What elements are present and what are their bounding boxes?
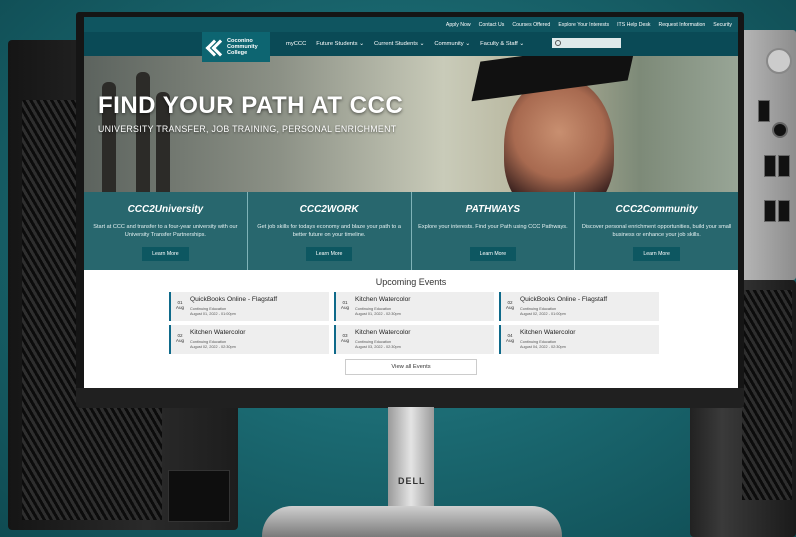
- usb-c-port-icon: [778, 200, 790, 222]
- panel-pathways: PATHWAYS Explore your interests. Find yo…: [411, 192, 576, 270]
- panel-title: CCC2WORK: [299, 204, 359, 215]
- panel-description: Explore your interests. Find your Path u…: [418, 224, 568, 230]
- primary-nav: myCCC Future Students ⌄ Current Students…: [286, 32, 524, 56]
- panel-ccc2community: CCC2Community Discover personal enrichme…: [575, 192, 738, 270]
- event-title[interactable]: Kitchen Watercolor: [190, 329, 245, 336]
- college-logo[interactable]: Coconino Community College: [202, 32, 270, 62]
- event-card[interactable]: 01 Aug QuickBooks Online - Flagstaff Cont…: [169, 292, 329, 321]
- event-time: August 01, 2022 - 02:30pm: [355, 312, 401, 316]
- nav-item-faculty-staff[interactable]: Faculty & Staff ⌄: [480, 41, 524, 47]
- hero-title: FIND YOUR PATH AT CCC: [98, 92, 404, 119]
- monitor-stand-neck: [388, 407, 434, 509]
- nav-item-myccc[interactable]: myCCC: [286, 41, 306, 47]
- event-category: Continuing Education: [355, 307, 392, 311]
- events-grid: 01 Aug QuickBooks Online - Flagstaff Cont…: [169, 292, 659, 354]
- event-card[interactable]: 04 Aug Kitchen Watercolor Continuing Educ…: [499, 325, 659, 354]
- dell-logo: DELL: [398, 476, 426, 486]
- event-card[interactable]: 02 Aug Kitchen Watercolor Continuing Educ…: [169, 325, 329, 354]
- nav-item-future-students[interactable]: Future Students ⌄: [316, 41, 364, 47]
- monitor-chin: [76, 388, 744, 408]
- event-date: 04 Aug: [505, 333, 515, 343]
- audio-jack-icon: [772, 122, 788, 138]
- event-card[interactable]: 01 Aug Kitchen Watercolor Continuing Educ…: [334, 292, 494, 321]
- usb-port-icon: [758, 100, 770, 122]
- learn-more-button[interactable]: Learn More: [633, 247, 680, 261]
- topbar-link-courses[interactable]: Courses Offered: [512, 22, 550, 28]
- search-input[interactable]: [552, 38, 621, 48]
- learn-more-button[interactable]: Learn More: [142, 247, 189, 261]
- logo-text: Coconino Community College: [227, 38, 258, 56]
- utility-bar: Apply Now Contact Us Courses Offered Exp…: [84, 17, 738, 32]
- event-date: 03 Aug: [340, 333, 350, 343]
- search-icon: [555, 40, 561, 46]
- main-navbar: Coconino Community College myCCC Future …: [84, 32, 738, 62]
- program-panels: CCC2University Start at CCC and transfer…: [84, 192, 738, 270]
- event-card[interactable]: 03 Aug Kitchen Watercolor Continuing Educ…: [334, 325, 494, 354]
- panel-title: CCC2University: [127, 204, 204, 215]
- website-screen: Apply Now Contact Us Courses Offered Exp…: [84, 17, 738, 388]
- events-heading: Upcoming Events: [375, 277, 447, 287]
- topbar-link-interests[interactable]: Explore Your Interests: [558, 22, 609, 28]
- topbar-link-helpdesk[interactable]: ITS Help Desk: [617, 22, 650, 28]
- event-time: August 04, 2022 - 02:30pm: [520, 345, 566, 349]
- topbar-link-request-info[interactable]: Request Information: [659, 22, 706, 28]
- usb-port-icon: [764, 155, 776, 177]
- usb-port-icon: [778, 155, 790, 177]
- learn-more-button[interactable]: Learn More: [469, 247, 517, 261]
- usb-port-icon: [764, 200, 776, 222]
- panel-ccc2work: CCC2WORK Get job skills for todays econo…: [247, 192, 412, 270]
- event-category: Continuing Education: [520, 307, 557, 311]
- topbar-link-contact[interactable]: Contact Us: [479, 22, 505, 28]
- nav-item-community[interactable]: Community ⌄: [434, 41, 470, 47]
- topbar-link-security[interactable]: Security: [713, 22, 732, 28]
- view-all-events-button[interactable]: View all Events: [345, 359, 477, 375]
- event-time: August 03, 2022 - 02:30pm: [355, 345, 401, 349]
- event-date: 02 Aug: [175, 333, 185, 343]
- event-title[interactable]: QuickBooks Online - Flagstaff: [520, 296, 607, 303]
- event-date: 01 Aug: [175, 300, 185, 310]
- event-card[interactable]: 02 Aug QuickBooks Online - Flagstaff Cont…: [499, 292, 659, 321]
- monitor-stand-base: [262, 506, 562, 537]
- hero-subtitle: UNIVERSITY TRANSFER, JOB TRAINING, PERSO…: [98, 124, 397, 134]
- event-time: August 01, 2022 - 01:00pm: [190, 312, 236, 316]
- tower-grille: [742, 290, 792, 500]
- logo-chevron-icon: [205, 39, 229, 57]
- hero-banner: FIND YOUR PATH AT CCC UNIVERSITY TRANSFE…: [84, 56, 738, 192]
- panel-ccc2university: CCC2University Start at CCC and transfer…: [84, 192, 248, 270]
- topbar-link-apply[interactable]: Apply Now: [446, 22, 471, 28]
- learn-more-button[interactable]: Learn More: [305, 247, 353, 261]
- drive-bay: [168, 470, 230, 522]
- event-title[interactable]: Kitchen Watercolor: [520, 329, 575, 336]
- event-date: 01 Aug: [340, 300, 350, 310]
- event-category: Continuing Education: [190, 307, 227, 311]
- panel-description: Start at CCC and transfer to a four-year…: [93, 224, 238, 238]
- event-category: Continuing Education: [355, 340, 392, 344]
- event-title[interactable]: Kitchen Watercolor: [355, 329, 410, 336]
- panel-title: PATHWAYS: [465, 204, 521, 215]
- panel-description: Discover personal enrichment opportuniti…: [581, 224, 732, 238]
- event-category: Continuing Education: [520, 340, 557, 344]
- event-date: 02 Aug: [505, 300, 515, 310]
- event-time: August 02, 2022 - 01:00pm: [520, 312, 566, 316]
- panel-title: CCC2Community: [615, 204, 698, 215]
- event-title[interactable]: Kitchen Watercolor: [355, 296, 410, 303]
- event-time: August 02, 2022 - 02:30pm: [190, 345, 236, 349]
- panel-description: Get job skills for todays economy and bl…: [257, 224, 401, 238]
- power-button-icon: [766, 48, 792, 74]
- event-category: Continuing Education: [190, 340, 227, 344]
- event-title[interactable]: QuickBooks Online - Flagstaff: [190, 296, 277, 303]
- nav-item-current-students[interactable]: Current Students ⌄: [374, 41, 424, 47]
